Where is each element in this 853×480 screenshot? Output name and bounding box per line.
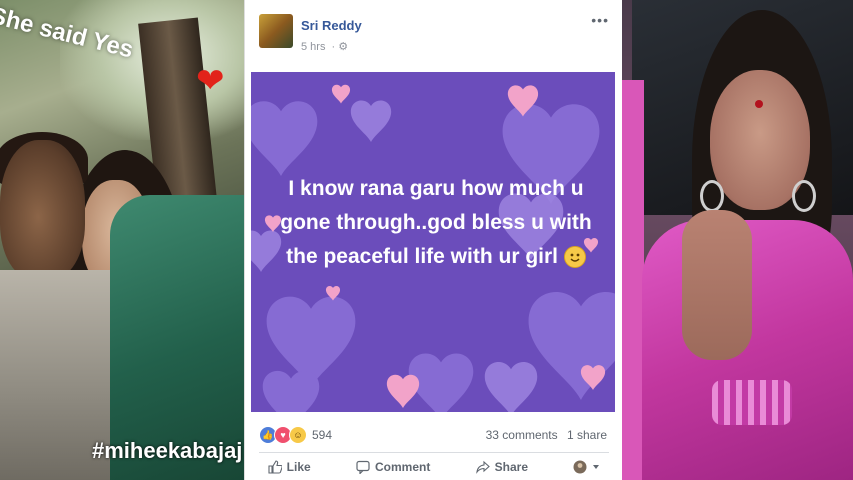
left-photo: She said Yes ❤ #miheekabajaj: [0, 0, 244, 480]
right-earring: [792, 180, 816, 212]
more-options-icon[interactable]: •••: [591, 12, 609, 28]
smile-emoji-icon: [563, 246, 586, 269]
like-label: Like: [286, 460, 311, 474]
left-earring: [700, 180, 724, 212]
post-background-card: I know rana garu how much u gone through…: [251, 72, 615, 412]
comment-icon: [356, 460, 370, 474]
share-button[interactable]: Share: [475, 460, 528, 474]
facebook-post: Sri Reddy 5 hrs · ⚙ ••• I know rana garu…: [244, 0, 624, 480]
reactions-summary[interactable]: 👍 ♥ ☺ 594: [259, 426, 332, 444]
shares-count[interactable]: 1 share: [567, 428, 607, 442]
post-time[interactable]: 5 hrs: [301, 41, 325, 53]
chevron-down-icon: [593, 465, 600, 469]
avatar[interactable]: [259, 14, 293, 48]
comment-button[interactable]: Comment: [356, 460, 430, 474]
reaction-count[interactable]: 594: [312, 428, 332, 442]
bindi: [755, 100, 763, 108]
share-arrow-icon: [475, 460, 490, 474]
like-button[interactable]: Like: [268, 460, 311, 474]
post-author[interactable]: Sri Reddy: [301, 18, 362, 33]
profile-avatar-icon: [573, 460, 587, 474]
pink-wall: [622, 80, 644, 480]
man-face: [0, 140, 85, 280]
bangles: [712, 380, 792, 425]
hashtag[interactable]: #miheekabajaj: [92, 438, 242, 464]
raised-hand: [682, 210, 752, 360]
divider: [259, 452, 609, 453]
haha-reaction-icon: ☺: [289, 426, 307, 444]
audience-selector[interactable]: [573, 460, 600, 474]
post-meta: 5 hrs · ⚙: [301, 40, 348, 53]
post-stats: 33 comments 1 share: [480, 428, 607, 442]
right-photo: [622, 0, 853, 480]
comments-count[interactable]: 33 comments: [486, 428, 558, 442]
post-message-text: I know rana garu how much u gone through…: [280, 177, 592, 268]
settings-globe-icon: · ⚙: [331, 41, 349, 53]
post-actions: Like Comment Share: [245, 460, 623, 474]
post-message: I know rana garu how much u gone through…: [271, 172, 601, 274]
thumbs-up-icon: [268, 460, 282, 474]
heart-icon: ❤: [196, 62, 225, 100]
share-label: Share: [494, 460, 528, 474]
comment-label: Comment: [374, 460, 431, 474]
